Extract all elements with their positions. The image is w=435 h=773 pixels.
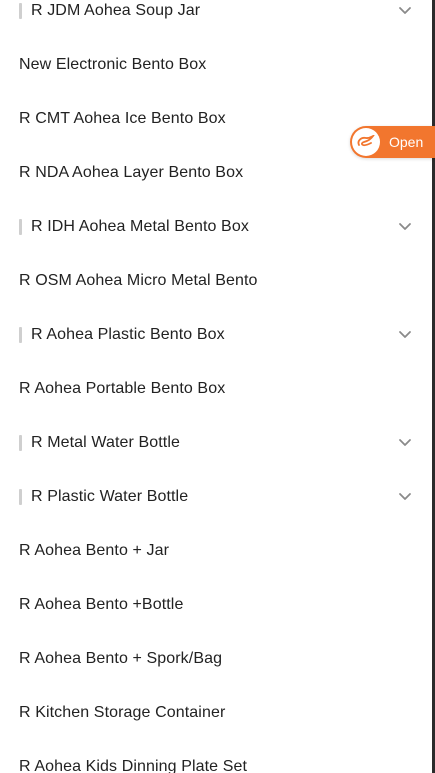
menu-group-item[interactable]: R Metal Water Bottle bbox=[0, 416, 432, 470]
menu-item-label: R Aohea Kids Dinning Plate Set bbox=[19, 758, 248, 773]
chevron-down-icon[interactable] bbox=[398, 435, 412, 449]
chevron-down-icon[interactable] bbox=[398, 3, 412, 17]
menu-item[interactable]: R Aohea Kids Dinning Plate Set bbox=[0, 740, 432, 773]
page: R JDM Aohea Soup Jar New Electronic Bento… bbox=[0, 0, 435, 773]
menu-item-label: R NDA Aohea Layer Bento Box bbox=[19, 164, 244, 181]
menu-item-label: R IDH Aohea Metal Bento Box bbox=[31, 218, 249, 235]
menu-item-label: R Aohea Bento +Bottle bbox=[19, 596, 184, 613]
menu-item-label: R Aohea Portable Bento Box bbox=[19, 380, 226, 397]
group-indicator-bar bbox=[19, 3, 22, 19]
menu-group-item[interactable]: R JDM Aohea Soup Jar bbox=[0, 0, 432, 38]
menu-item-label: R Plastic Water Bottle bbox=[31, 488, 189, 505]
group-indicator-bar bbox=[19, 327, 22, 343]
menu-item-label: R Kitchen Storage Container bbox=[19, 704, 226, 721]
menu-item[interactable]: R Aohea Bento + Spork/Bag bbox=[0, 632, 432, 686]
group-indicator-bar bbox=[19, 489, 22, 505]
menu-item-label: R OSM Aohea Micro Metal Bento bbox=[19, 272, 258, 289]
group-indicator-bar bbox=[19, 219, 22, 235]
menu-item-label: R Aohea Bento + Jar bbox=[19, 542, 170, 559]
menu-item-label: R CMT Aohea Ice Bento Box bbox=[19, 110, 226, 127]
menu-item[interactable]: R Kitchen Storage Container bbox=[0, 686, 432, 740]
chevron-down-icon[interactable] bbox=[398, 219, 412, 233]
menu-item-label: R Aohea Bento + Spork/Bag bbox=[19, 650, 223, 667]
menu-item-label: R Aohea Plastic Bento Box bbox=[31, 326, 225, 343]
chevron-down-icon[interactable] bbox=[398, 489, 412, 503]
menu-item-label: R Metal Water Bottle bbox=[31, 434, 181, 451]
category-menu: R JDM Aohea Soup Jar New Electronic Bento… bbox=[0, 0, 432, 773]
menu-group-item[interactable]: R IDH Aohea Metal Bento Box bbox=[0, 200, 432, 254]
menu-item[interactable]: R Aohea Bento + Jar bbox=[0, 524, 432, 578]
chevron-down-icon[interactable] bbox=[398, 327, 412, 341]
menu-item[interactable]: R OSM Aohea Micro Metal Bento bbox=[0, 254, 432, 308]
open-button-label: Open bbox=[389, 134, 424, 150]
group-indicator-bar bbox=[19, 435, 22, 451]
menu-group-item[interactable]: R Aohea Plastic Bento Box bbox=[0, 308, 432, 362]
menu-item[interactable]: R Aohea Bento +Bottle bbox=[0, 578, 432, 632]
menu-item-label: R JDM Aohea Soup Jar bbox=[31, 2, 201, 19]
menu-group-item[interactable]: R Plastic Water Bottle bbox=[0, 470, 432, 524]
alibaba-logo-icon bbox=[352, 128, 380, 156]
open-app-button[interactable]: Open bbox=[350, 126, 435, 158]
menu-item[interactable]: New Electronic Bento Box bbox=[0, 38, 432, 92]
menu-item[interactable]: R Aohea Portable Bento Box bbox=[0, 362, 432, 416]
menu-item-label: New Electronic Bento Box bbox=[19, 56, 207, 73]
